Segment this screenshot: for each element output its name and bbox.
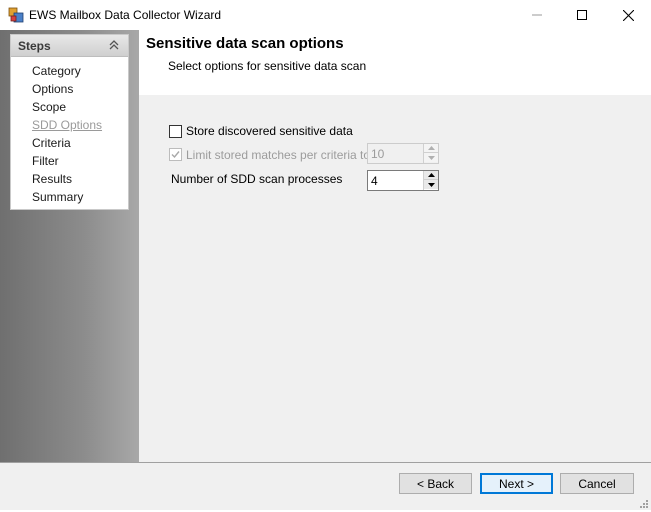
- step-item-summary[interactable]: Summary: [32, 190, 83, 204]
- steps-panel: Steps Category Options Scope SDD Options…: [0, 30, 139, 462]
- minimize-button[interactable]: [514, 0, 560, 30]
- page-subtitle: Select options for sensitive data scan: [168, 59, 367, 73]
- limit-matches-up-button[interactable]: [424, 144, 438, 153]
- checkmark-icon: [171, 151, 180, 159]
- collapse-chevron-icon[interactable]: [108, 39, 120, 51]
- maximize-button[interactable]: [559, 0, 605, 30]
- resize-grip-icon[interactable]: [639, 498, 649, 508]
- page-header: Sensitive data scan options Select optio…: [139, 30, 651, 95]
- minimize-icon: [532, 14, 542, 16]
- step-item-category[interactable]: Category: [32, 64, 81, 78]
- steps-box: Steps Category Options Scope SDD Options…: [10, 34, 129, 210]
- step-item-filter[interactable]: Filter: [32, 154, 59, 168]
- caret-up-icon: [427, 173, 435, 177]
- caret-down-icon: [427, 182, 435, 187]
- limit-matches-checkbox[interactable]: [169, 148, 182, 161]
- close-icon: [622, 9, 634, 21]
- scan-processes-spin-buttons: [423, 171, 438, 190]
- window-title: EWS Mailbox Data Collector Wizard: [29, 8, 222, 22]
- limit-matches-stepper[interactable]: 10: [367, 143, 439, 164]
- step-item-scope[interactable]: Scope: [32, 100, 66, 114]
- steps-header[interactable]: Steps: [11, 35, 128, 57]
- step-item-options[interactable]: Options: [32, 82, 73, 96]
- scan-processes-value[interactable]: 4: [371, 174, 378, 188]
- back-button[interactable]: < Back: [399, 473, 472, 494]
- options-content: Store discovered sensitive data Limit st…: [139, 95, 651, 462]
- store-sensitive-data-checkbox[interactable]: [169, 125, 182, 138]
- caret-up-icon: [427, 146, 435, 150]
- page-title: Sensitive data scan options: [146, 35, 344, 52]
- scan-processes-down-button[interactable]: [424, 180, 438, 189]
- app-icon: [8, 7, 24, 23]
- limit-matches-down-button[interactable]: [424, 153, 438, 162]
- close-button[interactable]: [605, 0, 651, 30]
- scan-processes-stepper[interactable]: 4: [367, 170, 439, 191]
- maximize-icon: [577, 10, 587, 20]
- step-item-criteria[interactable]: Criteria: [32, 136, 71, 150]
- limit-matches-spin-buttons: [423, 144, 438, 163]
- title-bar: EWS Mailbox Data Collector Wizard: [0, 0, 651, 30]
- wizard-footer: < Back Next > Cancel: [0, 462, 651, 510]
- limit-matches-value[interactable]: 10: [371, 147, 384, 161]
- next-button[interactable]: Next >: [480, 473, 553, 494]
- step-item-sdd-options[interactable]: SDD Options: [32, 118, 102, 132]
- scan-processes-label: Number of SDD scan processes: [171, 172, 343, 186]
- caret-down-icon: [427, 155, 435, 160]
- store-sensitive-data-label[interactable]: Store discovered sensitive data: [186, 124, 353, 138]
- cancel-button[interactable]: Cancel: [560, 473, 634, 494]
- scan-processes-up-button[interactable]: [424, 171, 438, 180]
- limit-matches-label[interactable]: Limit stored matches per criteria to: [186, 148, 370, 162]
- step-item-results[interactable]: Results: [32, 172, 72, 186]
- steps-title: Steps: [18, 39, 51, 53]
